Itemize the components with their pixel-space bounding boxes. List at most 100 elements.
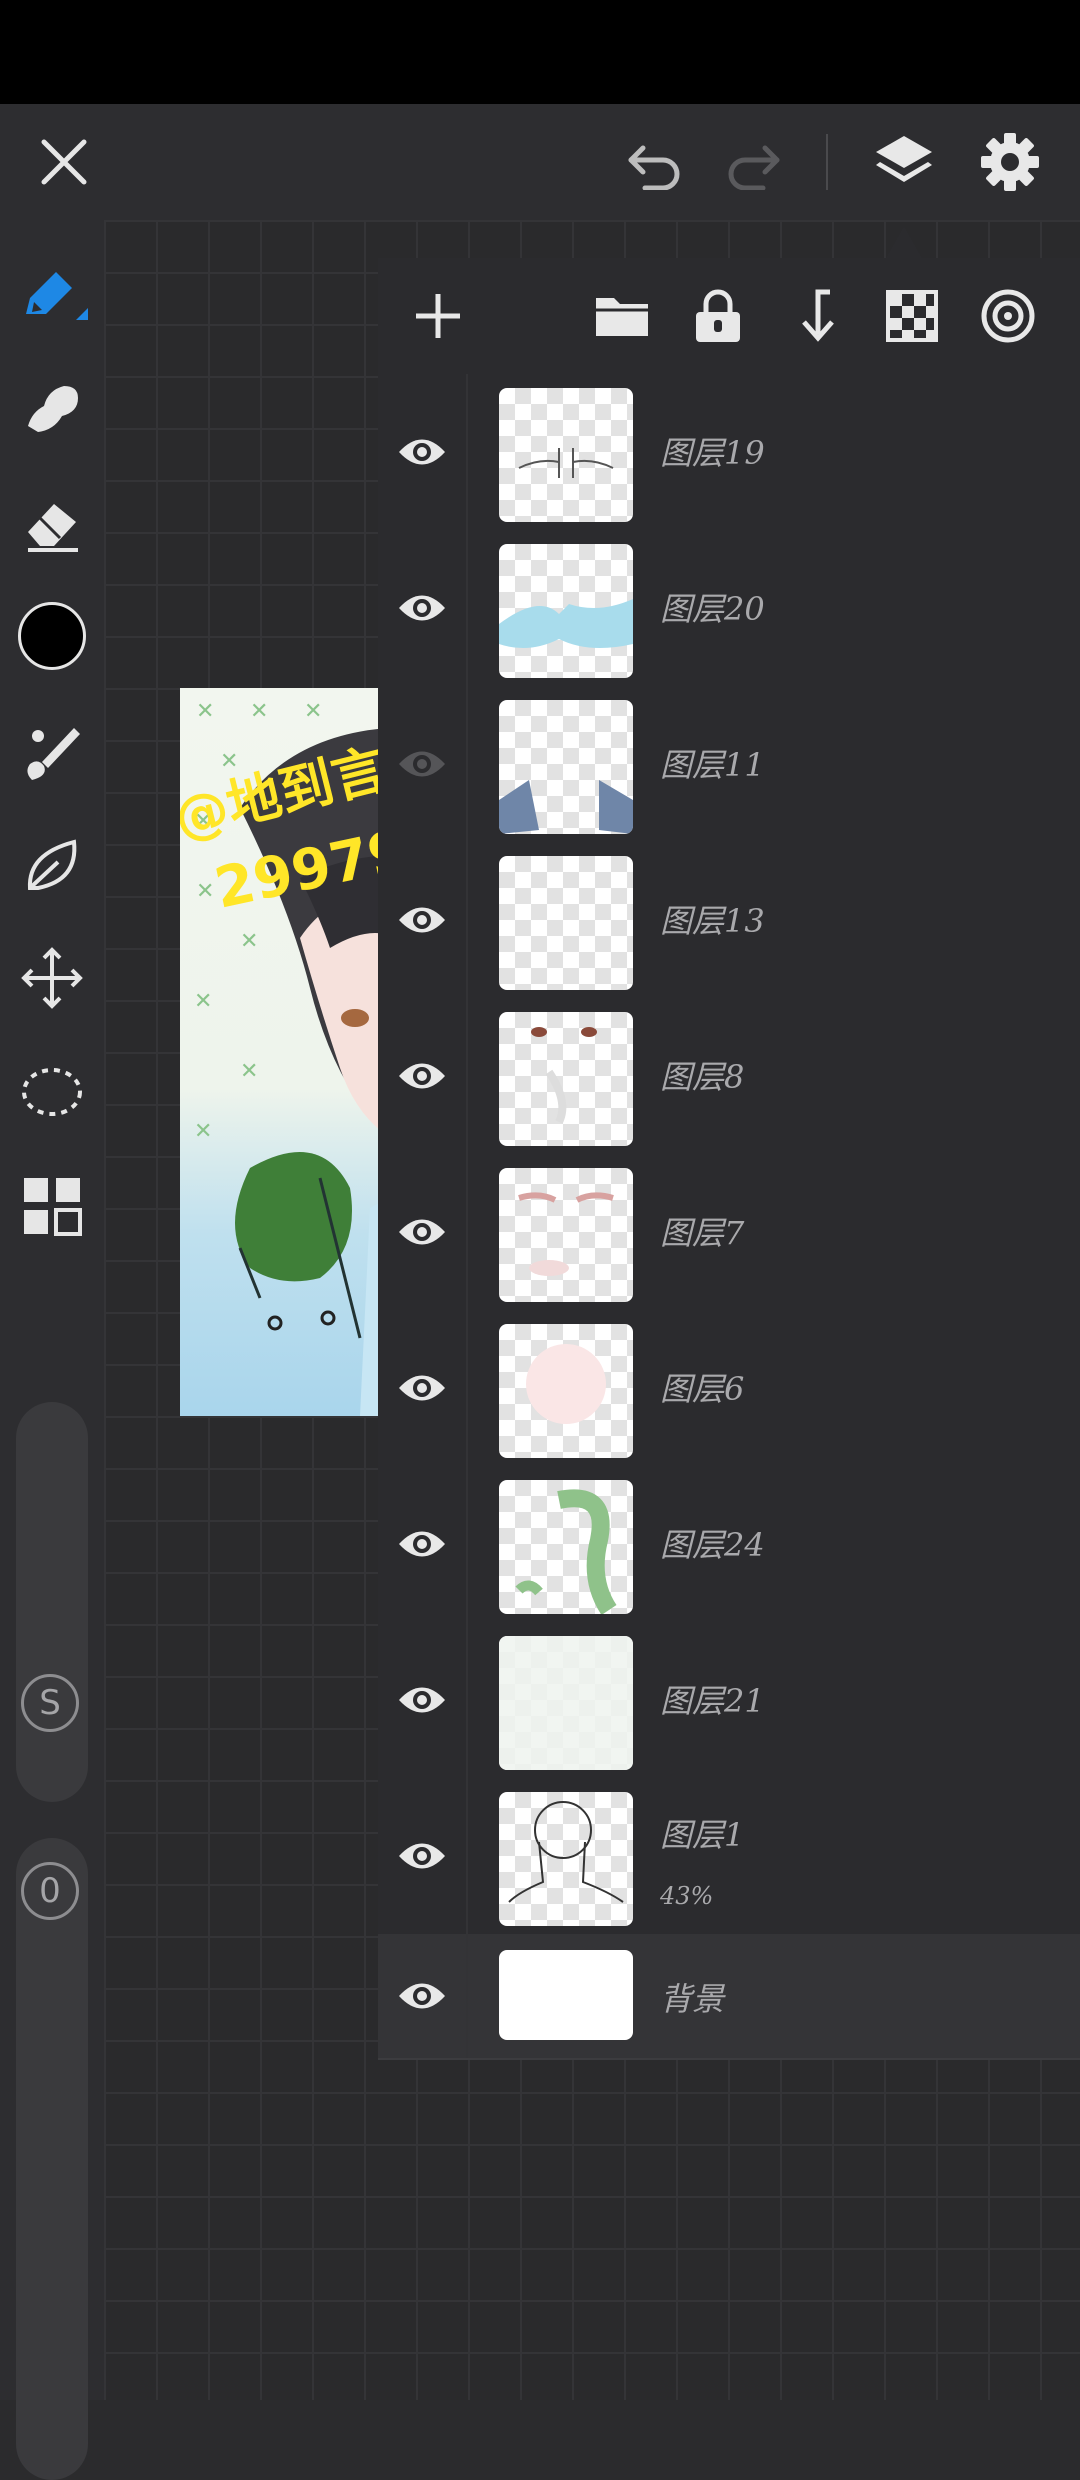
move-icon: [21, 947, 83, 1009]
layer-visibility-toggle[interactable]: [378, 374, 468, 530]
pen-icon: [26, 272, 88, 320]
layer-name: 背景: [660, 1980, 725, 2018]
thumbnail-art: [499, 599, 633, 648]
layer-effects-button[interactable]: [968, 274, 1048, 358]
layer-name: 图层1: [660, 1816, 745, 1854]
svg-text:✕: ✕: [304, 699, 322, 724]
merge-down-button[interactable]: [776, 274, 856, 358]
layer-visibility-toggle[interactable]: [378, 1154, 468, 1310]
close-button[interactable]: [20, 118, 108, 206]
layers-toolbar: [378, 258, 1080, 374]
layers-panel-caret: [886, 226, 922, 258]
brush-tool-button[interactable]: [10, 710, 94, 794]
layer-visibility-toggle[interactable]: [378, 998, 468, 1154]
thumbnail-art: [518, 448, 614, 478]
layer-name: 图层24: [660, 1526, 765, 1564]
group-layers-button[interactable]: [582, 274, 662, 358]
settings-button[interactable]: [966, 118, 1054, 206]
layer-thumbnail: [499, 1636, 633, 1770]
undo-button[interactable]: [612, 118, 700, 206]
selection-tool-button[interactable]: [10, 1050, 94, 1134]
tool-sidebar: S 0: [0, 220, 104, 2480]
gear-icon: [981, 133, 1039, 191]
layer-visibility-toggle[interactable]: [378, 842, 468, 998]
brush-icon: [27, 728, 80, 780]
layer-visibility-toggle[interactable]: [378, 686, 468, 842]
svg-text:✕: ✕: [250, 699, 268, 724]
layer-name: 图层20: [660, 590, 765, 628]
eye-icon: [399, 1531, 445, 1557]
layer-thumbnail: [499, 856, 633, 990]
pen-tool-button[interactable]: [10, 254, 94, 338]
svg-text:✕: ✕: [240, 1059, 258, 1084]
liquify-tool-button[interactable]: [10, 824, 94, 908]
layer-name: 图层11: [660, 746, 765, 784]
layer-thumbnail: [499, 1480, 633, 1614]
layer-row[interactable]: 图层20: [378, 530, 1080, 688]
opacity-slider[interactable]: 0: [16, 1838, 88, 2480]
thumbnail-art: [499, 780, 633, 834]
svg-text:✕: ✕: [194, 989, 212, 1014]
size-badge: S: [21, 1674, 79, 1732]
checkerboard-icon: [886, 290, 938, 342]
layer-name: 图层13: [660, 902, 765, 940]
layer-visibility-toggle[interactable]: [378, 1934, 468, 2058]
eye-icon: [399, 1983, 445, 2009]
redo-button[interactable]: [708, 118, 796, 206]
layer-visibility-toggle[interactable]: [378, 1466, 468, 1622]
layer-visibility-toggle[interactable]: [378, 1310, 468, 1466]
layer-row[interactable]: 图层6: [378, 1310, 1080, 1468]
layer-row[interactable]: 图层19: [378, 374, 1080, 532]
layers-icon: [876, 136, 932, 182]
layer-visibility-toggle[interactable]: [378, 1778, 468, 1934]
smudge-tool-button[interactable]: [10, 366, 94, 450]
active-color-swatch: [18, 602, 86, 670]
layer-visibility-toggle[interactable]: [378, 530, 468, 686]
layer-thumbnail: [499, 700, 633, 834]
svg-text:✕: ✕: [240, 929, 258, 954]
color-picker-button[interactable]: [10, 594, 94, 678]
layer-row[interactable]: 图层7: [378, 1154, 1080, 1312]
redo-icon: [728, 145, 780, 190]
merge-down-icon: [802, 289, 834, 342]
lock-layer-button[interactable]: [678, 274, 758, 358]
status-bar: [0, 0, 1080, 104]
thumbnail-art: [515, 1489, 617, 1614]
thumbnail-art: [526, 1344, 606, 1424]
eye-icon: [399, 1219, 445, 1245]
add-layer-button[interactable]: [398, 274, 478, 358]
layer-row[interactable]: 图层21: [378, 1622, 1080, 1780]
layer-thumbnail: [499, 544, 633, 678]
eye-icon: [399, 1375, 445, 1401]
svg-text:✕: ✕: [196, 879, 214, 904]
transform-tool-button[interactable]: [10, 936, 94, 1020]
layer-row[interactable]: 背景: [378, 1934, 1080, 2060]
layer-row[interactable]: 图层8: [378, 998, 1080, 1156]
lasso-icon: [22, 1068, 82, 1116]
eye-icon: [399, 1687, 445, 1713]
smudge-icon: [28, 386, 78, 432]
gallery-button[interactable]: [10, 1164, 94, 1248]
thumbnail-art: [518, 1192, 614, 1276]
eraser-tool-button[interactable]: [10, 482, 94, 566]
layer-visibility-toggle[interactable]: [378, 1622, 468, 1778]
eye-icon: [399, 439, 445, 465]
layer-row[interactable]: 图层11: [378, 686, 1080, 844]
layer-thumbnail: [499, 1168, 633, 1302]
folder-icon: [596, 298, 648, 336]
layer-name: 图层6: [660, 1370, 745, 1408]
layer-row[interactable]: 图层1 43%: [378, 1778, 1080, 1936]
layer-name: 图层8: [660, 1058, 745, 1096]
brush-size-slider[interactable]: S: [16, 1402, 88, 1802]
svg-text:✕: ✕: [220, 749, 238, 774]
thumbnail-art: [508, 1801, 624, 1903]
thumbnail-art: [531, 1027, 597, 1124]
layer-mask-button[interactable]: [872, 274, 952, 358]
eye-icon: [399, 1843, 445, 1869]
eye-icon: [399, 907, 445, 933]
layer-row[interactable]: 图层24: [378, 1466, 1080, 1624]
layer-row[interactable]: 图层13: [378, 842, 1080, 1000]
leaf-icon: [27, 839, 77, 890]
layers-button[interactable]: [860, 118, 948, 206]
toolbar-divider: [826, 134, 828, 190]
